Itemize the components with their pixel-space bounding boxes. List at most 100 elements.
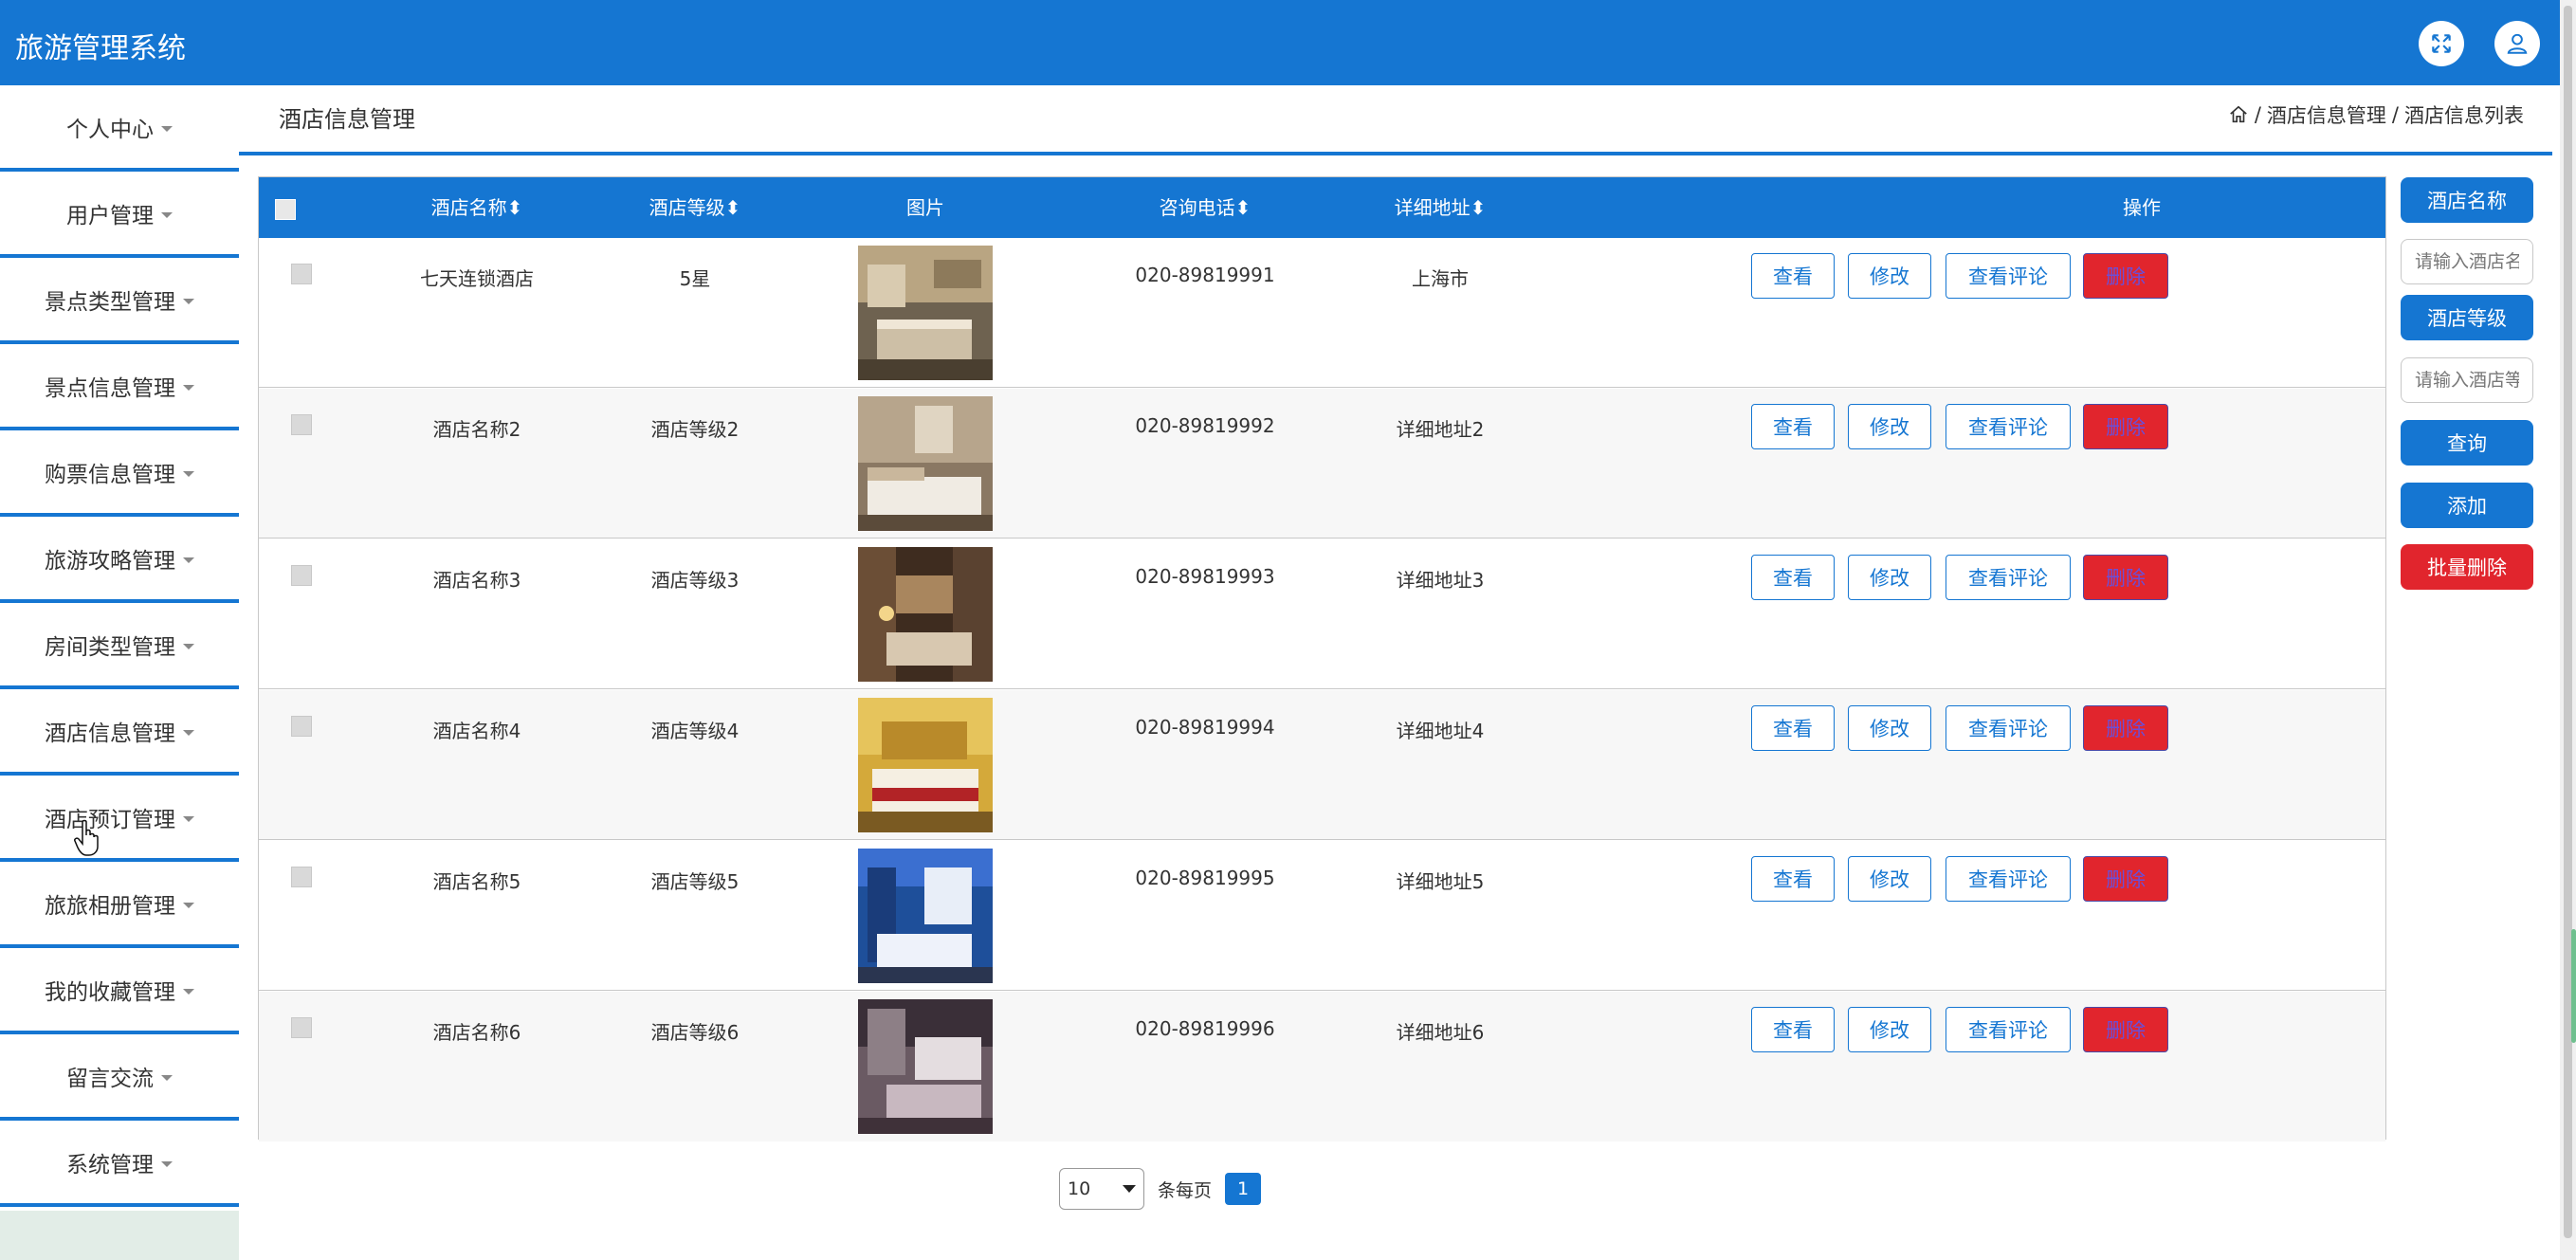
sidebar-item-label: 留言交流 [66,1066,154,1091]
table-row: 酒店名称5 酒店等级5 020-89819995 详细地址5 查看 修改 查看评… [259,841,2385,991]
delete-button[interactable]: 删除 [2083,253,2168,299]
top-header: 旅游管理系统 [0,0,2560,85]
view-button[interactable]: 查看 [1751,404,1835,449]
sidebar-item-tickets[interactable]: 购票信息管理 [0,430,239,517]
cell-hotel-name: 七天连锁酒店 [420,267,534,290]
table-row: 酒店名称6 酒店等级6 020-89819996 详细地址6 查看 修改 查看评… [259,992,2385,1141]
delete-button[interactable]: 删除 [2083,856,2168,902]
view-reviews-button[interactable]: 查看评论 [1946,856,2071,902]
edit-button[interactable]: 修改 [1848,404,1931,449]
cell-address: 详细地址4 [1396,720,1485,742]
cell-hotel-name: 酒店名称2 [432,418,521,441]
sidebar-footer [0,1211,239,1260]
sidebar-item-favorites[interactable]: 我的收藏管理 [0,948,239,1034]
cell-phone: 020-89819993 [1135,565,1275,588]
chevron-down-icon [183,470,194,477]
sidebar-item-personal-center[interactable]: 个人中心 [0,85,239,172]
cell-phone: 020-89819991 [1135,264,1275,286]
sidebar-item-label: 我的收藏管理 [45,979,175,1005]
row-checkbox[interactable] [291,264,312,284]
delete-button[interactable]: 删除 [2083,404,2168,449]
view-reviews-button[interactable]: 查看评论 [1946,404,2071,449]
sidebar-item-scenic-types[interactable]: 景点类型管理 [0,258,239,344]
view-button[interactable]: 查看 [1751,253,1835,299]
view-reviews-button[interactable]: 查看评论 [1946,555,2071,600]
chevron-down-icon [161,211,173,218]
row-checkbox[interactable] [291,414,312,435]
row-checkbox[interactable] [291,565,312,586]
edit-button[interactable]: 修改 [1848,1007,1931,1052]
edit-button[interactable]: 修改 [1848,705,1931,751]
delete-button[interactable]: 删除 [2083,705,2168,751]
edit-button[interactable]: 修改 [1848,856,1931,902]
chevron-down-icon [161,1160,173,1167]
chevron-down-icon [183,298,194,304]
sidebar-item-label: 用户管理 [66,203,154,228]
cell-hotel-level: 5星 [679,267,711,290]
cell-hotel-level: 酒店等级3 [650,569,740,592]
sidebar-item-hotel-info[interactable]: 酒店信息管理 [0,689,239,776]
page-scrollbar[interactable] [2560,0,2576,1260]
hotel-name-input[interactable] [2401,239,2533,284]
sidebar-item-hotel-booking[interactable]: 酒店预订管理 [0,776,239,862]
add-button[interactable]: 添加 [2401,483,2533,528]
sidebar-item-system[interactable]: 系统管理 [0,1121,239,1207]
sidebar-item-albums[interactable]: 旅旅相册管理 [0,862,239,948]
col-phone[interactable]: 咨询电话⬍ [1148,177,1262,238]
row-checkbox[interactable] [291,867,312,887]
view-button[interactable]: 查看 [1751,1007,1835,1052]
hotel-image [858,698,993,832]
edit-button[interactable]: 修改 [1848,555,1931,600]
table-row: 七天连锁酒店 5星 020-89819991 上海市 查看 修改 查看评论 删除 [259,238,2385,388]
page-size-select[interactable]: 10 [1059,1168,1144,1210]
col-actions: 操作 [2123,196,2161,219]
sidebar: 个人中心 用户管理 景点类型管理 景点信息管理 购票信息管理 旅游攻略管理 房间… [0,85,239,1260]
row-checkbox[interactable] [291,716,312,737]
view-reviews-button[interactable]: 查看评论 [1946,1007,2071,1052]
sidebar-item-label: 购票信息管理 [45,462,175,487]
col-hotel-level[interactable]: 酒店等级⬍ [638,177,752,238]
view-button[interactable]: 查看 [1751,856,1835,902]
cell-address: 上海市 [1412,267,1469,290]
page-size-value: 10 [1068,1178,1091,1199]
cell-hotel-level: 酒店等级2 [650,418,740,441]
edit-button[interactable]: 修改 [1848,253,1931,299]
chevron-down-icon [183,988,194,995]
breadcrumb-level1[interactable]: 酒店信息管理 [2267,100,2386,129]
user-avatar-button[interactable] [2494,21,2540,66]
col-hotel-name[interactable]: 酒店名称⬍ [420,177,534,238]
sidebar-item-users[interactable]: 用户管理 [0,172,239,258]
col-address[interactable]: 详细地址⬍ [1383,177,1497,238]
hotel-level-label: 酒店等级 [2401,295,2533,340]
chevron-down-icon [161,1074,173,1081]
breadcrumb-separator: / [2391,103,2399,126]
hotel-level-input[interactable] [2401,357,2533,403]
per-page-label: 条每页 [1158,1179,1213,1201]
home-icon[interactable] [2228,104,2249,125]
view-reviews-button[interactable]: 查看评论 [1946,253,2071,299]
view-button[interactable]: 查看 [1751,705,1835,751]
scrollbar-thumb[interactable] [2564,6,2572,1238]
batch-delete-button[interactable]: 批量删除 [2401,544,2533,590]
view-reviews-button[interactable]: 查看评论 [1946,705,2071,751]
page-button-current[interactable]: 1 [1225,1173,1262,1205]
row-checkbox-cell [291,565,312,591]
chevron-down-icon [161,125,173,132]
select-all-cell [259,177,312,238]
col-label: 酒店等级 [649,196,725,219]
row-checkbox-cell [291,264,312,289]
chevron-down-icon [183,902,194,908]
delete-button[interactable]: 删除 [2083,555,2168,600]
sidebar-item-messages[interactable]: 留言交流 [0,1034,239,1121]
select-all-checkbox[interactable] [275,198,296,220]
fullscreen-button[interactable] [2419,21,2464,66]
sidebar-item-room-types[interactable]: 房间类型管理 [0,603,239,689]
sidebar-item-guides[interactable]: 旅游攻略管理 [0,517,239,603]
cell-hotel-name: 酒店名称4 [432,720,521,742]
row-checkbox[interactable] [291,1017,312,1038]
query-button[interactable]: 查询 [2401,420,2533,466]
sidebar-item-scenic-info[interactable]: 景点信息管理 [0,344,239,430]
row-checkbox-cell [291,414,312,440]
delete-button[interactable]: 删除 [2083,1007,2168,1052]
view-button[interactable]: 查看 [1751,555,1835,600]
